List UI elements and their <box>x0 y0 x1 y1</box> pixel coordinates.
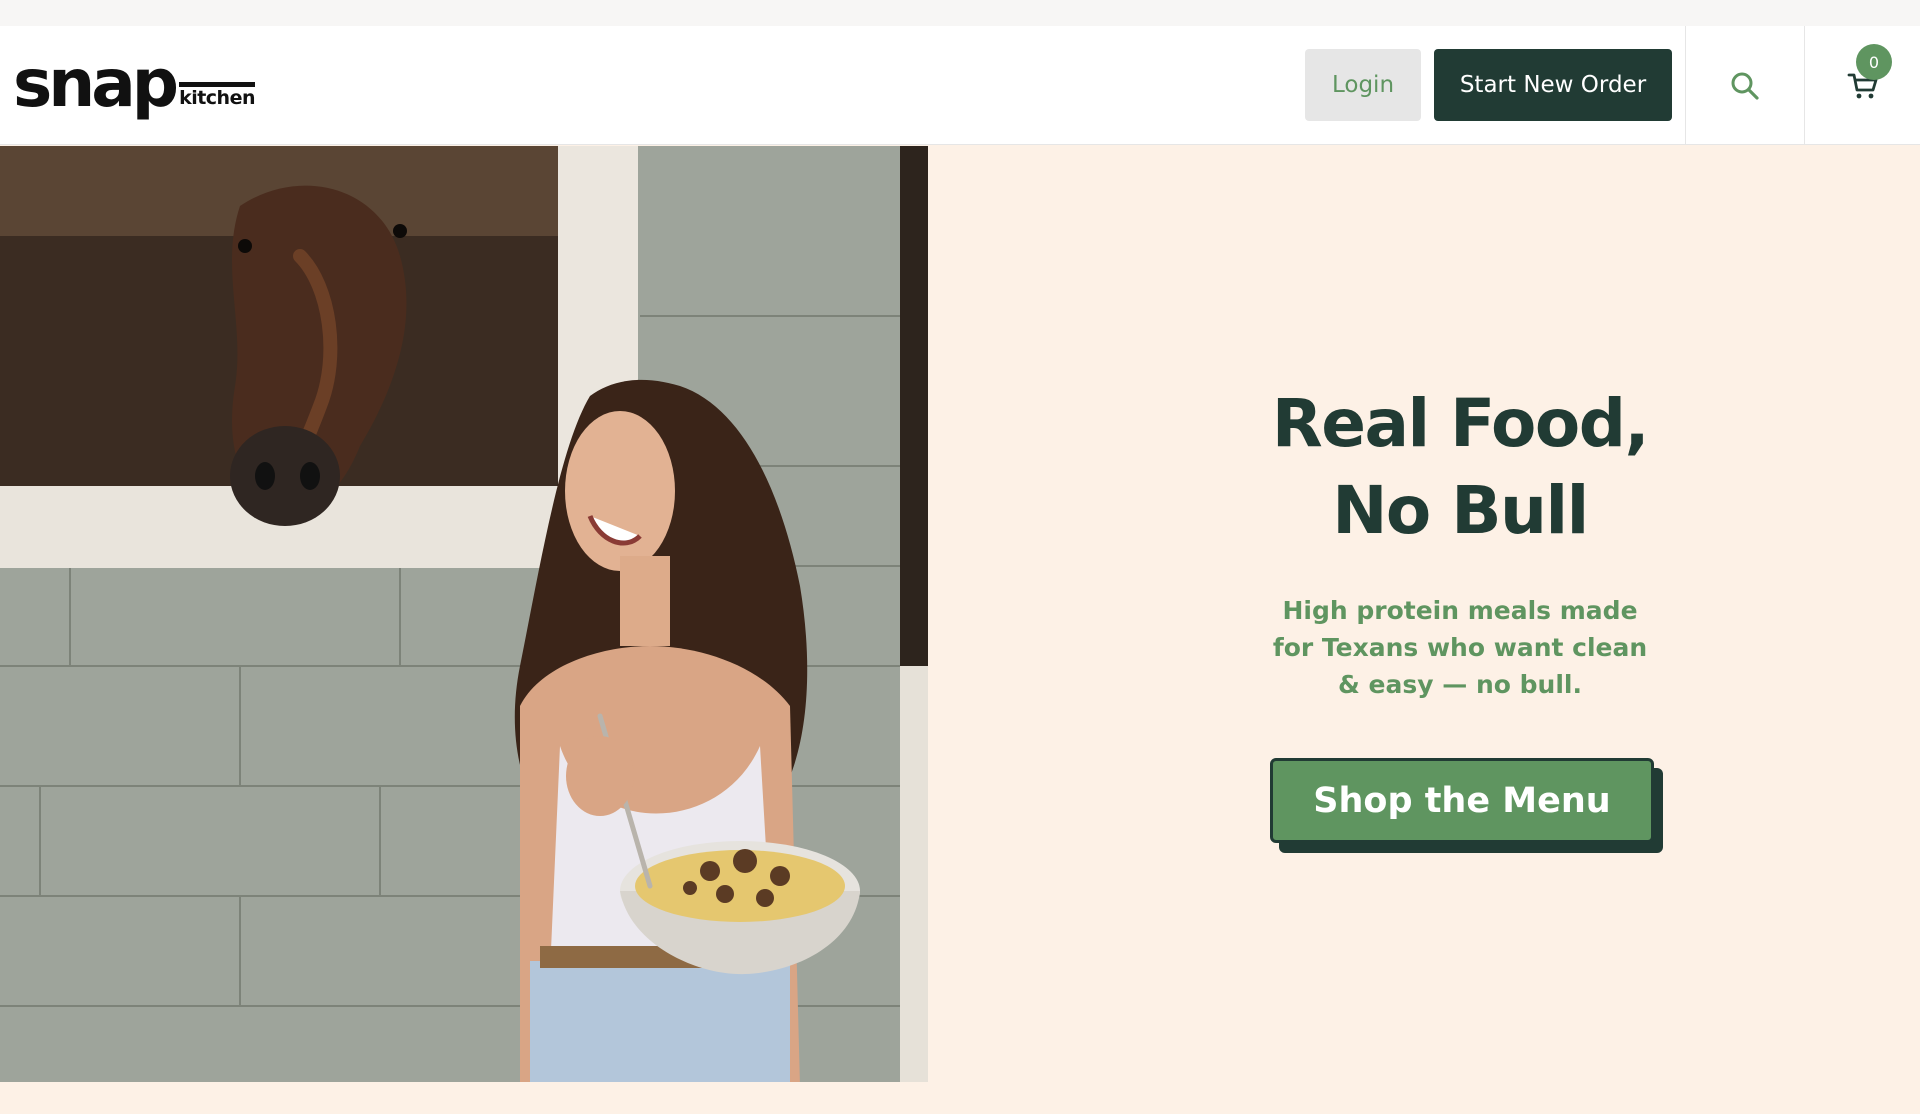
snap-kitchen-logo[interactable]: snap kitchen <box>13 45 255 122</box>
hero-subtitle: High protein meals made for Texans who w… <box>1272 596 1648 699</box>
hero-copy: Real Food, No Bull High protein meals ma… <box>1160 380 1760 703</box>
cart-count-badge: 0 <box>1856 44 1892 80</box>
hero-title-line2: No Bull <box>1332 472 1589 549</box>
site-header: snap kitchen Login Start New Order 0 <box>0 26 1920 145</box>
logo-wordmark: snap <box>13 45 179 122</box>
start-new-order-button[interactable]: Start New Order <box>1434 49 1672 121</box>
top-strip <box>0 0 1920 26</box>
hero-title-line1: Real Food, <box>1271 385 1650 462</box>
hero-photo-illustration <box>0 146 928 1082</box>
shop-menu-cta: Shop the Menu <box>1270 758 1663 853</box>
shop-the-menu-button[interactable]: Shop the Menu <box>1270 758 1654 843</box>
logo-subword: kitchen <box>179 82 255 108</box>
hero-title: Real Food, No Bull <box>1160 380 1760 554</box>
search-button[interactable] <box>1686 26 1804 145</box>
hero-image <box>0 146 928 1082</box>
login-button[interactable]: Login <box>1305 49 1421 121</box>
cart-button[interactable] <box>1805 26 1920 145</box>
search-icon <box>1731 72 1759 100</box>
